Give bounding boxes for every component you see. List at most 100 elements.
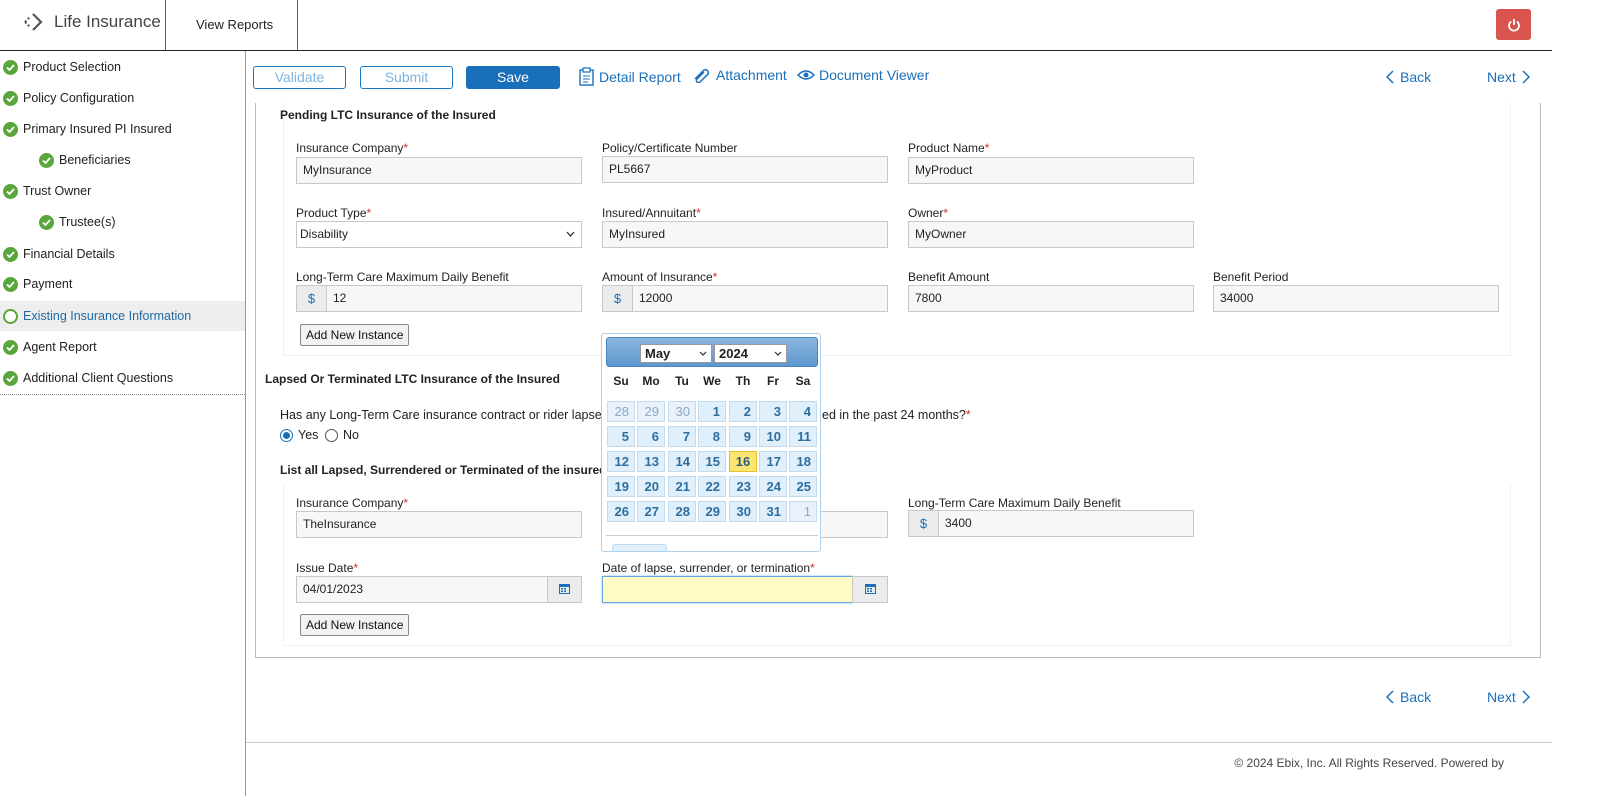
benefit-period-input[interactable]: 34000: [1213, 285, 1499, 312]
benefit-amount-input[interactable]: 7800: [908, 285, 1194, 312]
detail-report-link[interactable]: Detail Report: [578, 67, 681, 86]
insurance-company-input[interactable]: MyInsurance: [296, 157, 582, 184]
calendar-day[interactable]: 8: [698, 426, 726, 447]
calendar-day[interactable]: 25: [789, 476, 817, 497]
calendar-day[interactable]: 22: [698, 476, 726, 497]
calendar-day[interactable]: 9: [729, 426, 757, 447]
next-button-top[interactable]: Next: [1487, 69, 1530, 85]
calendar-day[interactable]: 20: [637, 476, 665, 497]
calendar-day[interactable]: 1: [789, 501, 817, 522]
calendar-day[interactable]: 26: [607, 501, 635, 522]
ltc-max-daily-benefit-input[interactable]: 12: [326, 285, 582, 312]
calendar-day[interactable]: 17: [759, 451, 787, 472]
add-new-instance-button[interactable]: Add New Instance: [300, 324, 410, 346]
policy-number-input[interactable]: PL5667: [602, 156, 888, 183]
calendar-day[interactable]: 11: [789, 426, 817, 447]
document-viewer-link[interactable]: Document Viewer: [797, 67, 929, 83]
weekday-header: We: [703, 374, 721, 388]
copyright-text: © 2024 Ebix, Inc. All Rights Reserved. P…: [1234, 756, 1504, 770]
calendar-day[interactable]: 4: [789, 401, 817, 422]
calendar-day[interactable]: 28: [668, 501, 696, 522]
chevron-down-icon: [699, 351, 707, 356]
check-circle-icon: [3, 276, 18, 292]
benefit-period-label: Benefit Period: [1213, 270, 1289, 284]
lapse-date-calendar-button[interactable]: [852, 576, 888, 603]
calendar-day[interactable]: 2: [729, 401, 757, 422]
sidebar-item-trustees[interactable]: Trustee(s): [0, 207, 245, 237]
calendar-day[interactable]: 30: [668, 401, 696, 422]
calendar-day[interactable]: 13: [637, 451, 665, 472]
today-button[interactable]: [612, 544, 667, 551]
calendar-day[interactable]: 14: [668, 451, 696, 472]
sidebar-item-label: Existing Insurance Information: [23, 309, 192, 323]
issue-date-input[interactable]: 04/01/2023: [296, 576, 548, 603]
radio-no-indicator[interactable]: [325, 428, 338, 442]
sidebar-item-trust-owner[interactable]: Trust Owner: [0, 176, 245, 206]
lapsed-insurance-company-input[interactable]: TheInsurance: [296, 511, 582, 538]
policy-number-label: Policy/Certificate Number: [602, 141, 738, 155]
sidebar-item-policy-configuration[interactable]: Policy Configuration: [0, 83, 245, 113]
calendar-day[interactable]: 18: [789, 451, 817, 472]
calendar-day[interactable]: 23: [729, 476, 757, 497]
calendar-day[interactable]: 7: [668, 426, 696, 447]
sidebar-item-agent-report[interactable]: Agent Report: [0, 332, 245, 362]
next-button-bottom[interactable]: Next: [1487, 689, 1530, 705]
radio-no-label: No: [343, 428, 359, 442]
radio-yes[interactable]: Yes: [280, 428, 318, 442]
issue-date-calendar-button[interactable]: [547, 576, 582, 603]
pending-ltc-title: Pending LTC Insurance of the Insured: [280, 108, 496, 122]
product-type-select[interactable]: Disability: [296, 221, 582, 248]
calendar-day[interactable]: 28: [607, 401, 635, 422]
calendar-day[interactable]: 30: [729, 501, 757, 522]
lapse-date-input[interactable]: [602, 576, 853, 603]
calendar-day[interactable]: 27: [637, 501, 665, 522]
calendar-day[interactable]: 31: [759, 501, 787, 522]
calendar-day[interactable]: 24: [759, 476, 787, 497]
lapsed-ltc-max-input[interactable]: 3400: [938, 510, 1194, 537]
year-select[interactable]: 2024: [714, 344, 787, 363]
insured-annuitant-input[interactable]: MyInsured: [602, 221, 888, 248]
radio-yes-indicator[interactable]: [280, 428, 293, 442]
calendar-day[interactable]: 15: [698, 451, 726, 472]
calendar-day[interactable]: 29: [698, 501, 726, 522]
calendar-day[interactable]: 16: [729, 451, 757, 472]
currency-addon: $: [908, 510, 939, 537]
attachment-link[interactable]: Attachment: [692, 67, 787, 83]
attachment-label: Attachment: [716, 67, 787, 83]
weekday-header: Su: [613, 374, 629, 388]
benefit-amount-label: Benefit Amount: [908, 270, 990, 284]
calendar-day[interactable]: 1: [698, 401, 726, 422]
sidebar-item-primary-insured[interactable]: Primary Insured PI Insured: [0, 114, 245, 144]
add-new-instance-button-lapsed[interactable]: Add New Instance: [300, 614, 410, 636]
calendar-day[interactable]: 29: [637, 401, 665, 422]
calendar-day[interactable]: 12: [607, 451, 635, 472]
view-reports-link[interactable]: View Reports: [196, 17, 273, 32]
calendar-day[interactable]: 19: [607, 476, 635, 497]
submit-button[interactable]: Submit: [360, 66, 453, 89]
calendar-day[interactable]: 3: [759, 401, 787, 422]
product-name-input[interactable]: MyProduct: [908, 157, 1194, 184]
month-select[interactable]: May: [640, 344, 712, 363]
amount-of-insurance-input[interactable]: 12000: [632, 285, 888, 312]
app-logo[interactable]: Life Insurance: [22, 11, 161, 33]
calendar-day[interactable]: 5: [607, 426, 635, 447]
sidebar-item-additional-questions[interactable]: Additional Client Questions: [0, 363, 245, 393]
logout-button[interactable]: [1496, 9, 1531, 40]
back-button-bottom[interactable]: Back: [1386, 689, 1431, 705]
calendar-day[interactable]: 6: [637, 426, 665, 447]
save-button[interactable]: Save: [466, 66, 560, 89]
sidebar-item-beneficiaries[interactable]: Beneficiaries: [0, 145, 245, 175]
back-button-top[interactable]: Back: [1386, 69, 1431, 85]
radio-no[interactable]: No: [325, 428, 359, 442]
calendar-day[interactable]: 10: [759, 426, 787, 447]
lapsed-question-end: ed in the past 24 months?*: [822, 408, 971, 422]
sidebar-item-financial-details[interactable]: Financial Details: [0, 239, 245, 269]
app-title: Life Insurance: [54, 12, 161, 31]
sidebar-item-payment[interactable]: Payment: [0, 269, 245, 299]
owner-input[interactable]: MyOwner: [908, 221, 1194, 248]
lapsed-hidden-field[interactable]: [820, 511, 888, 538]
sidebar-item-product-selection[interactable]: Product Selection: [0, 52, 245, 82]
calendar-day[interactable]: 21: [668, 476, 696, 497]
validate-button[interactable]: Validate: [253, 66, 346, 89]
sidebar-item-existing-insurance[interactable]: Existing Insurance Information: [0, 301, 245, 331]
